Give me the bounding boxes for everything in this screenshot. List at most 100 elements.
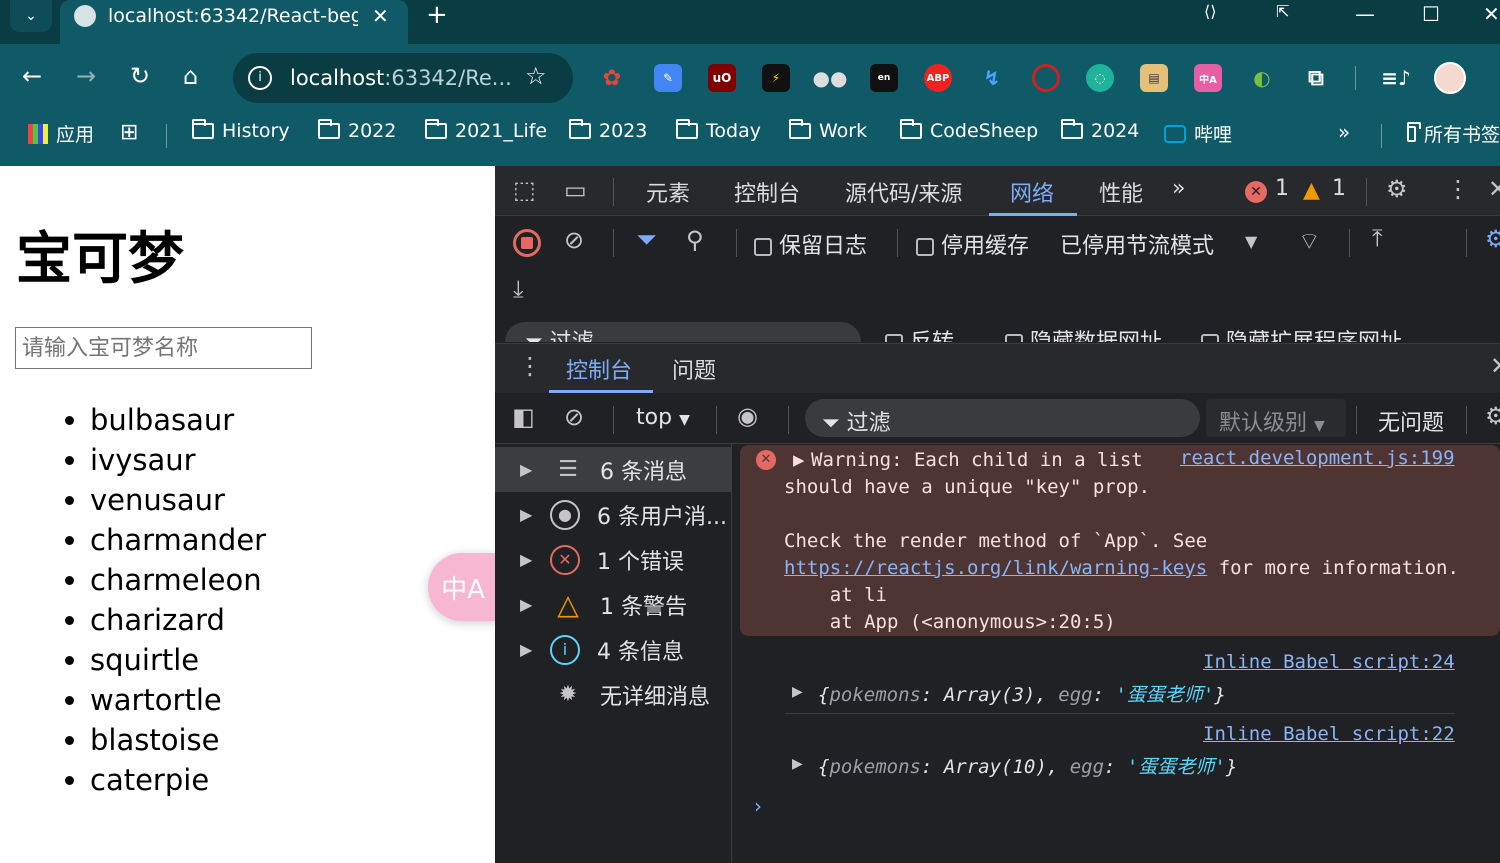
network-conditions-icon[interactable]: ⌔ <box>1298 226 1321 256</box>
export-har-icon[interactable]: ⤓ <box>513 275 524 303</box>
sidebar-item-messages[interactable]: ▶ ☰ 6 条消息 <box>520 447 687 492</box>
bookmark-all[interactable]: 所有书签 <box>1407 120 1500 147</box>
invert-checkbox[interactable]: 反转 <box>885 324 954 342</box>
bookmark-codesheep[interactable]: CodeSheep <box>900 119 1038 142</box>
bookmark-today[interactable]: Today <box>676 119 761 142</box>
close-drawer-icon[interactable]: ✕ <box>1490 352 1500 380</box>
bookmark-work[interactable]: Work <box>789 119 867 142</box>
drawer-tab-issues[interactable]: 问题 <box>672 353 716 385</box>
close-icon[interactable]: ✕ <box>372 4 389 28</box>
extension-edit-icon[interactable]: ✎ <box>654 64 682 92</box>
error-expand-arrow-icon[interactable]: ▶ <box>793 447 804 474</box>
drawer-menu-icon[interactable]: ⋮ <box>518 352 542 380</box>
search-icon[interactable]: ⚲ <box>686 226 704 254</box>
context-select[interactable]: top ▼ <box>636 405 690 430</box>
console-prompt-icon[interactable]: › <box>754 794 762 818</box>
issues-button[interactable]: 无问题 <box>1378 405 1444 437</box>
lightning-icon[interactable]: ⚡ <box>762 64 790 92</box>
url-text[interactable]: localhost:63342/Re... <box>290 66 512 90</box>
site-info-icon[interactable]: i <box>248 66 272 90</box>
minimize-button[interactable]: — <box>1355 2 1375 26</box>
log-source-link[interactable]: Inline Babel script:24 <box>1203 651 1455 673</box>
sidebar-toggle-icon[interactable]: ◧ <box>512 403 535 431</box>
sidebar-item-errors[interactable]: ▶ ✕ 1 个错误 <box>520 537 684 582</box>
tab-network[interactable]: 网络 <box>1010 176 1054 208</box>
filter-icon[interactable]: ⏷ <box>636 225 657 256</box>
share-icon[interactable]: ⇱ <box>1276 2 1289 21</box>
error-source-link[interactable]: react.development.js:199 <box>1180 447 1455 469</box>
device-toolbar-icon[interactable]: ▭ <box>564 176 587 204</box>
clear-icon[interactable]: ⊘ <box>564 226 584 254</box>
sidebar-item-user-messages[interactable]: ▶ ● 6 条用户消... <box>520 492 732 537</box>
bookmark-2024[interactable]: 2024 <box>1061 119 1139 142</box>
bookmark-star-icon[interactable]: ☆ <box>525 62 547 90</box>
hide-data-urls-checkbox[interactable]: 隐藏数据网址 <box>1005 324 1162 342</box>
bookmark-apps[interactable]: 应用 <box>28 120 94 147</box>
audio-icon[interactable]: ⟨⟩ <box>1204 2 1216 21</box>
error-icon[interactable]: ✕ <box>1245 181 1267 203</box>
more-options-icon[interactable]: ⋮ <box>1446 175 1470 203</box>
adblock-plus-icon[interactable]: ABP <box>924 64 952 92</box>
warning-count[interactable]: 1 <box>1332 176 1346 201</box>
forward-icon[interactable]: → <box>76 62 96 90</box>
reload-icon[interactable]: ↻ <box>130 62 150 90</box>
sidebar-item-verbose[interactable]: ✹ 无详细消息 <box>520 672 710 717</box>
preserve-log-checkbox[interactable]: 保留日志 <box>754 228 867 260</box>
error-line-1[interactable]: Warning: Each child in a list <box>811 447 1143 474</box>
maximize-button[interactable]: ☐ <box>1422 2 1440 26</box>
tab-elements[interactable]: 元素 <box>646 176 690 208</box>
hide-extension-urls-checkbox[interactable]: 隐藏扩展程序网址 <box>1201 324 1402 342</box>
settings-gear-icon[interactable]: ⚙ <box>1386 175 1408 203</box>
import-har-icon[interactable]: ⤒ <box>1372 224 1383 252</box>
expand-arrow-icon[interactable]: ▶ <box>792 756 803 772</box>
chat-extension-icon[interactable]: ◌ <box>1086 64 1114 92</box>
log-object-1[interactable]: {pokemons: Array(3), egg: '蛋蛋老师'} <box>818 680 1226 707</box>
more-tabs-icon[interactable]: » <box>1172 176 1185 201</box>
tab-console[interactable]: 控制台 <box>734 176 800 208</box>
translate-en-icon[interactable]: en <box>870 64 898 92</box>
back-icon[interactable]: ← <box>22 62 42 90</box>
record-stop-icon[interactable] <box>513 229 541 257</box>
clear-console-icon[interactable]: ⊘ <box>564 403 584 431</box>
warning-icon[interactable]: ▲ <box>1303 178 1320 203</box>
eye-icon[interactable]: ◉ <box>737 402 758 430</box>
ublock-icon[interactable]: uO <box>708 64 736 92</box>
search-input[interactable] <box>15 327 312 369</box>
home-icon[interactable]: ⌂ <box>183 62 198 90</box>
bookmark-2021-life[interactable]: 2021_Life <box>425 119 547 142</box>
close-window-button[interactable]: ✕ <box>1483 2 1500 26</box>
tab-sources[interactable]: 源代码/来源 <box>845 176 962 208</box>
new-tab-button[interactable]: + <box>426 0 448 30</box>
drawer-tab-console[interactable]: 控制台 <box>566 353 632 385</box>
error-count[interactable]: 1 <box>1275 176 1289 201</box>
tab-groups-icon[interactable]: ⊞ <box>120 120 138 145</box>
globe-extension-icon[interactable]: ◐ <box>1248 64 1276 92</box>
more-bookmarks-icon[interactable]: » <box>1338 120 1350 144</box>
profile-avatar[interactable] <box>1434 62 1466 94</box>
tab-search-button[interactable]: ⌄ <box>10 0 52 32</box>
extensions-puzzle-icon[interactable]: ⧉ <box>1302 64 1330 92</box>
bookmark-2023[interactable]: 2023 <box>569 119 647 142</box>
log-object-2[interactable]: {pokemons: Array(10), egg: '蛋蛋老师'} <box>818 752 1237 779</box>
network-settings-icon[interactable]: ⚙ <box>1485 225 1500 253</box>
log-source-link[interactable]: Inline Babel script:22 <box>1203 723 1455 745</box>
tab-performance[interactable]: 性能 <box>1099 176 1143 208</box>
expand-arrow-icon[interactable]: ▶ <box>792 684 803 700</box>
sidebar-item-warnings[interactable]: ▶ △ 1 条警告 <box>520 582 687 627</box>
notes-extension-icon[interactable]: ▤ <box>1140 64 1168 92</box>
record-extension-icon[interactable] <box>1032 64 1060 92</box>
disable-cache-checkbox[interactable]: 停用缓存 <box>916 228 1029 260</box>
inspect-element-icon[interactable]: ⬚ <box>513 176 536 204</box>
chevron-down-icon[interactable]: ▼ <box>1245 232 1257 251</box>
dots-extension-icon[interactable]: ●● <box>813 64 848 92</box>
extension-puzzle-color-icon[interactable]: ✿ <box>598 64 626 92</box>
translate-float-button[interactable]: 中A <box>428 553 498 621</box>
close-devtools-icon[interactable]: ✕ <box>1488 175 1500 203</box>
cursor-extension-icon[interactable]: ↯ <box>978 64 1006 92</box>
translate-extension-icon[interactable]: 中A <box>1194 64 1222 92</box>
bookmark-2022[interactable]: 2022 <box>318 119 396 142</box>
bookmark-bilibili[interactable]: 哔哩 <box>1164 120 1232 147</box>
bookmark-history[interactable]: History <box>192 119 290 142</box>
reading-list-icon[interactable]: ≡♪ <box>1381 64 1411 92</box>
throttling-select[interactable]: 已停用节流模式 <box>1060 228 1214 260</box>
